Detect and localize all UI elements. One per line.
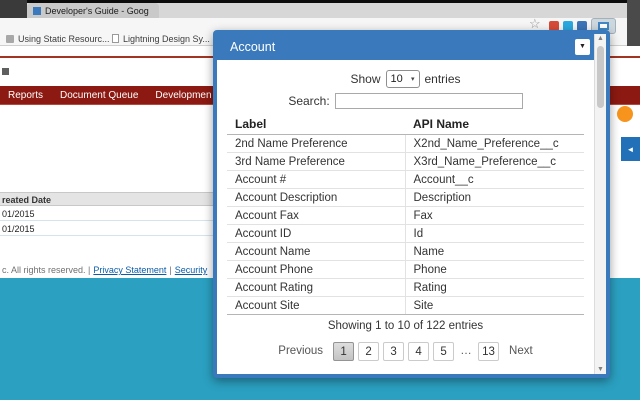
scrollbar-thumb[interactable] [597,46,604,108]
field-label: Account Description [227,188,405,207]
fields-table: Label API Name 2nd Name Preference X2nd_N… [227,114,584,315]
field-label: Account Phone [227,260,405,279]
bookmark-label: Using Static Resourc... [18,33,110,44]
object-select[interactable]: Account ▼ [217,34,594,60]
show-label: Show [350,72,381,86]
security-link[interactable]: Security [175,265,208,275]
dropdown-arrow-icon: ▼ [575,39,590,55]
bookmark-label: Lightning Design Sy... [123,33,210,44]
field-api-name: Description [404,188,584,207]
field-api-name: Id [404,224,584,243]
table-row: Account Fax Fax [227,206,584,225]
table-row: 2nd Name Preference X2nd_Name_Preference_… [227,134,584,153]
popup-scrollbar[interactable]: ▲ ▼ [594,34,606,374]
table-row: Account Site Site [227,296,584,315]
table-header-row: Label API Name [227,114,584,135]
table-row: Account Description Description [227,188,584,207]
table-row: 3rd Name Preference X3rd_Name_Preference_… [227,152,584,171]
field-api-name: Account__c [404,170,584,189]
page-size-value: 10 [390,73,403,85]
pagination-ellipsis: … [460,345,472,357]
entries-label: entries [424,72,461,86]
table-row: Account Rating Rating [227,278,584,297]
field-api-name: X2nd_Name_Preference__c [404,134,584,153]
scroll-down-icon[interactable]: ▼ [595,366,606,373]
nav-tab-reports[interactable]: Reports [8,90,43,101]
search-control: Search: [217,92,594,110]
fieldnames-extension-icon [598,22,609,30]
table-row: Account Name Name [227,242,584,261]
page-small-icon [2,68,9,75]
search-label: Search: [288,94,330,108]
field-api-name: Name [404,242,584,261]
column-header-label[interactable]: Label [227,114,405,135]
page-button-3[interactable]: 3 [383,341,405,361]
nav-tab-development[interactable]: Developmen [155,90,211,101]
bookmark-item-lightning-design[interactable]: Lightning Design Sy... [112,33,210,44]
tab-title: Developer's Guide - Goog [45,5,149,16]
table-row: Account # Account__c [227,170,584,189]
page-button-1[interactable]: 1 [333,341,355,361]
copyright-text: c. All rights reserved. | [2,265,91,275]
field-label: 2nd Name Preference [227,134,405,153]
bookmark-page-icon [112,34,119,43]
browser-tab[interactable]: Developer's Guide - Goog [27,3,159,18]
table-row: Account ID Id [227,224,584,243]
tab-favicon-icon [33,6,41,15]
help-button[interactable] [617,106,633,122]
screen: Developer's Guide - Goog ☆ Using Static … [0,0,640,400]
field-label: Account # [227,170,405,189]
page-button-2[interactable]: 2 [358,341,380,361]
privacy-statement-link[interactable]: Privacy Statement [93,265,166,275]
field-label: Account Name [227,242,405,261]
field-api-name: Rating [404,278,584,297]
field-api-name: X3rd_Name_Preference__c [404,152,584,171]
window-corner [0,0,27,18]
footer-separator: | [169,265,172,275]
field-api-name: Fax [404,206,584,225]
field-label: Account ID [227,224,405,243]
page-size-select[interactable]: 10 ▾ [385,70,420,88]
bookmark-item-static-resources[interactable]: Using Static Resourc... [6,33,110,44]
chevron-left-icon: ◄ [626,144,635,154]
field-api-name: Phone [404,260,584,279]
extension-popup: Account ▼ ▲ ▼ Show 10 ▾ entries Search: [213,30,610,378]
table-info-text: Showing 1 to 10 of 122 entries [327,320,484,332]
field-label: Account Rating [227,278,405,297]
field-api-name: Site [404,296,584,315]
fields-table-wrap: Label API Name 2nd Name Preference X2nd_N… [227,114,584,315]
page-footer: c. All rights reserved. | Privacy Statem… [2,265,207,275]
length-control: Show 10 ▾ entries [217,70,594,88]
page-button-5[interactable]: 5 [433,341,455,361]
next-button[interactable]: Next [503,345,539,357]
scroll-up-icon[interactable]: ▲ [595,35,606,42]
pagination: Previous 1 2 3 4 5 … 13 Next [217,341,594,361]
column-header-api-name[interactable]: API Name [405,114,584,135]
screen-edge-block [627,0,640,46]
page-button-13[interactable]: 13 [478,341,500,361]
field-label: Account Site [227,296,405,315]
page-button-4[interactable]: 4 [408,341,430,361]
chevron-down-icon: ▾ [410,76,415,83]
object-select-value: Account [230,40,276,54]
search-input[interactable] [334,93,523,109]
table-row: Account Phone Phone [227,260,584,279]
side-feedback-tab[interactable]: ◄ [621,137,640,161]
previous-button[interactable]: Previous [272,345,329,357]
field-label: 3rd Name Preference [227,152,405,171]
field-label: Account Fax [227,206,405,225]
bookmark-favicon-icon [6,34,14,43]
bookmark-star-icon[interactable]: ☆ [529,17,541,31]
nav-tab-document-queue[interactable]: Document Queue [60,90,138,101]
